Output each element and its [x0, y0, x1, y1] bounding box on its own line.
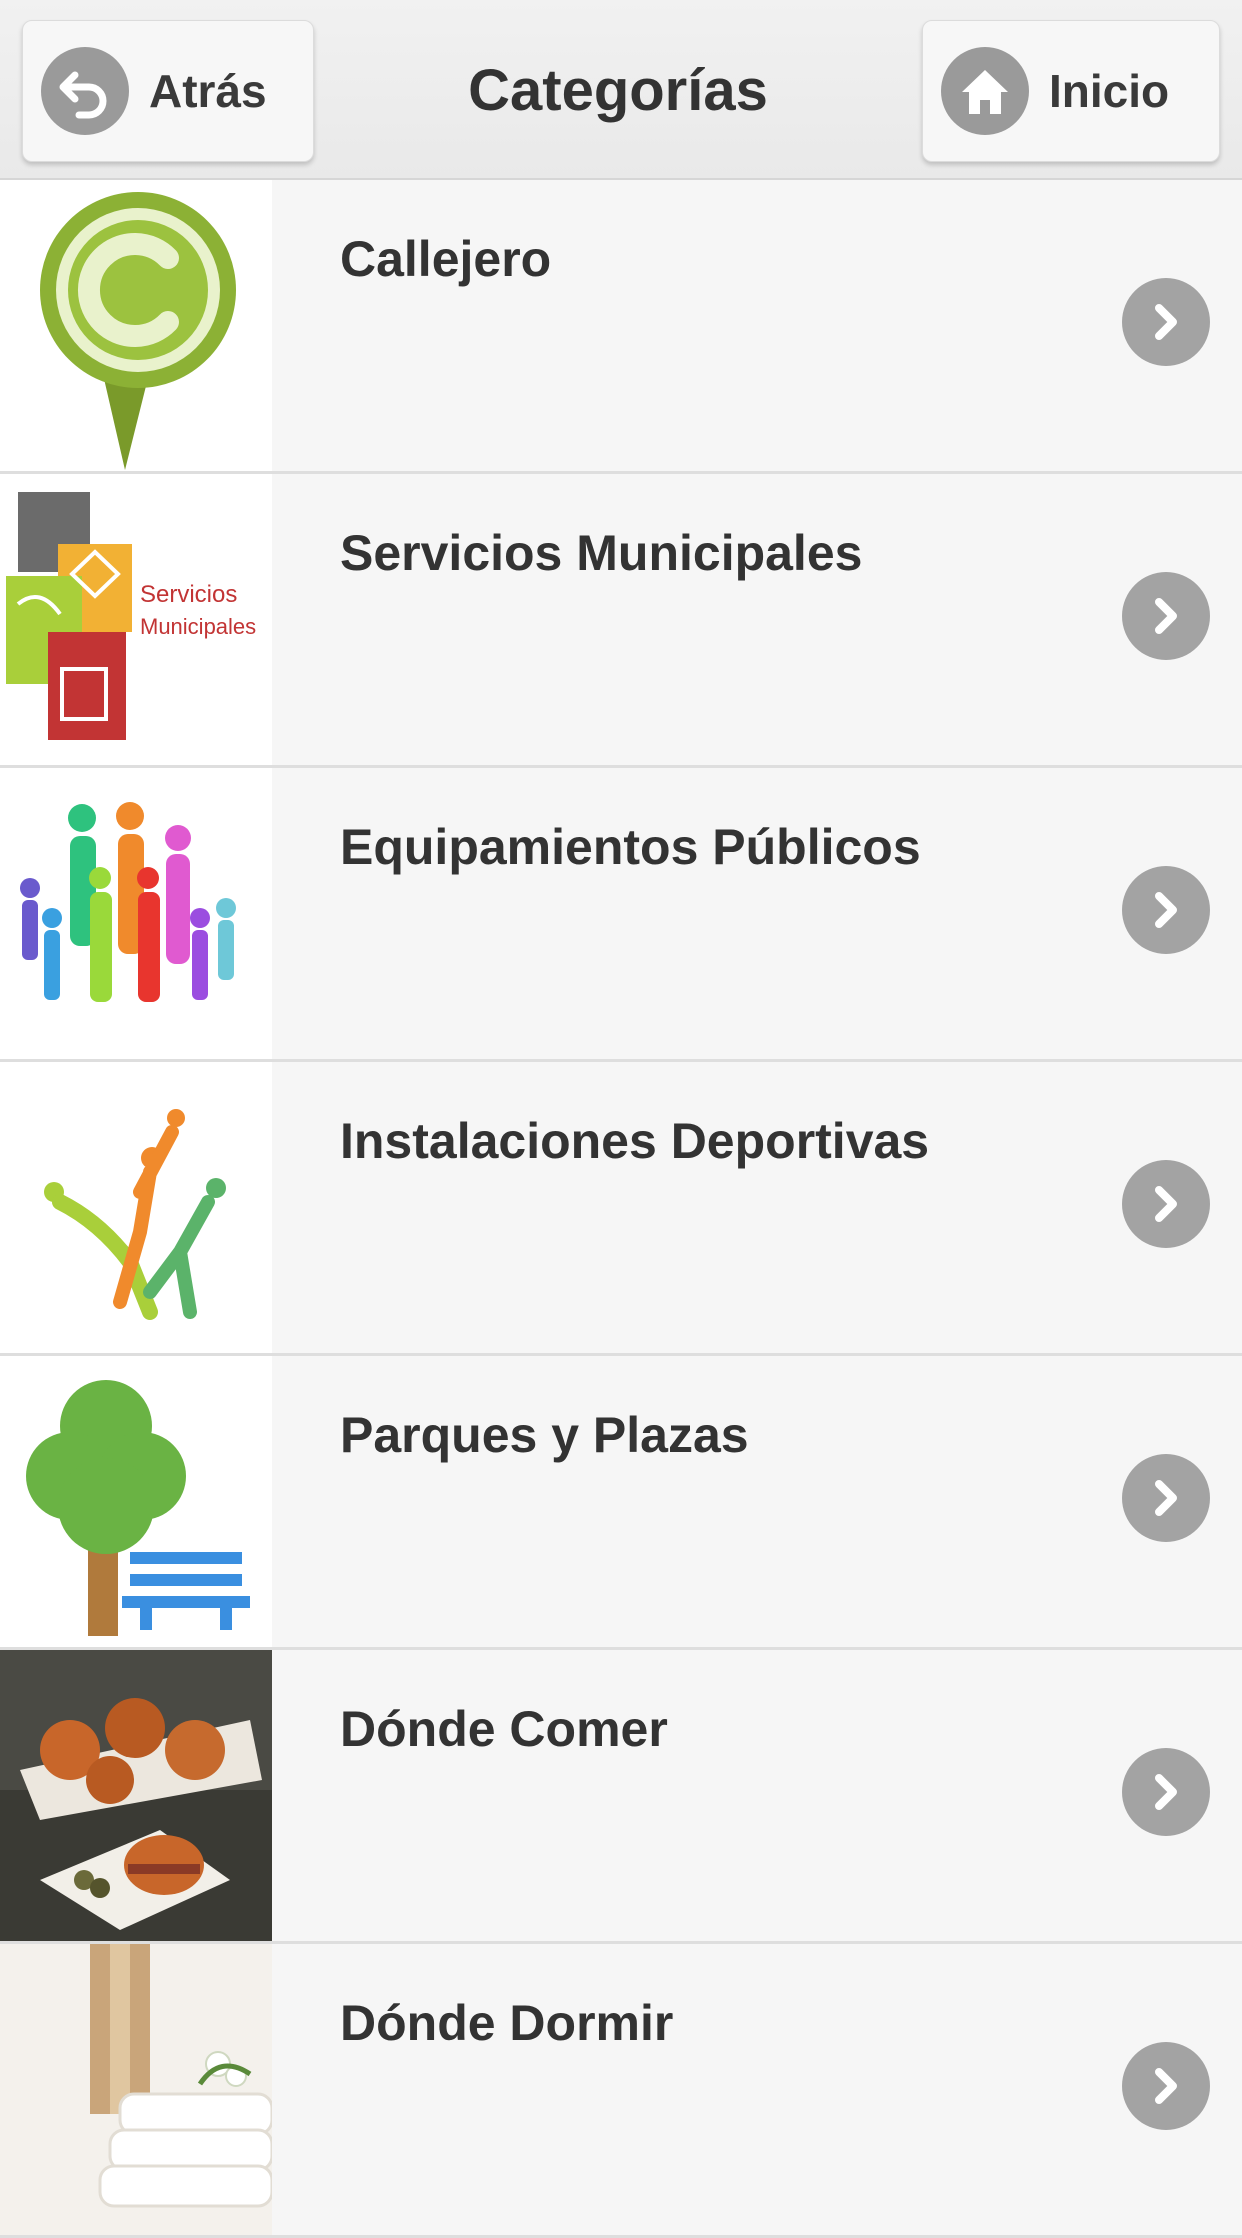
chevron-right-icon	[1122, 572, 1210, 660]
category-label: Servicios Municipales	[340, 525, 863, 581]
page-title: Categorías	[468, 57, 768, 123]
category-label: Instalaciones Deportivas	[340, 1113, 930, 1169]
back-arrow-icon	[41, 47, 129, 135]
chevron-right-icon	[1122, 2042, 1210, 2130]
home-button-label: Inicio	[1049, 65, 1170, 117]
tree-bench-icon	[0, 1356, 272, 1647]
category-item-instalaciones-deportivas[interactable]: Instalaciones Deportivas	[0, 1062, 1242, 1356]
category-item-donde-comer[interactable]: Dónde Comer	[0, 1650, 1242, 1944]
chevron-right-icon	[1122, 1454, 1210, 1542]
chevron-right-icon	[1122, 1748, 1210, 1836]
category-label: Callejero	[340, 231, 552, 287]
top-bar: Atrás Categorías Inicio	[0, 0, 1242, 180]
category-item-donde-dormir[interactable]: Dónde Dormir	[0, 1944, 1242, 2238]
chevron-right-icon	[1122, 278, 1210, 366]
servicios-municipales-icon: Servicios Municipales	[0, 474, 272, 765]
category-list: Callejero Servicios Municipales Servicio…	[0, 180, 1242, 2238]
back-button-label: Atrás	[149, 65, 267, 117]
food-photo	[0, 1650, 272, 1941]
category-item-servicios-municipales[interactable]: Servicios Municipales Servicios Municipa…	[0, 474, 1242, 768]
back-button[interactable]: Atrás	[22, 20, 314, 162]
chevron-right-icon	[1122, 1160, 1210, 1248]
category-label: Equipamientos Públicos	[340, 819, 921, 875]
chevron-right-icon	[1122, 866, 1210, 954]
category-label: Parques y Plazas	[340, 1407, 749, 1463]
callejero-pin-icon	[0, 180, 272, 471]
category-item-equipamientos-publicos[interactable]: Equipamientos Públicos	[0, 768, 1242, 1062]
towels-photo	[0, 1944, 272, 2235]
sports-players-icon	[0, 1062, 272, 1353]
logo-text-municipales: Municipales	[140, 614, 256, 639]
category-label: Dónde Comer	[340, 1701, 668, 1757]
logo-text-servicios: Servicios	[140, 581, 237, 608]
home-button[interactable]: Inicio	[922, 20, 1220, 162]
people-group-icon	[0, 768, 272, 1059]
category-item-callejero[interactable]: Callejero	[0, 180, 1242, 474]
category-item-parques-y-plazas[interactable]: Parques y Plazas	[0, 1356, 1242, 1650]
category-label: Dónde Dormir	[340, 1995, 674, 2051]
home-icon	[941, 47, 1029, 135]
